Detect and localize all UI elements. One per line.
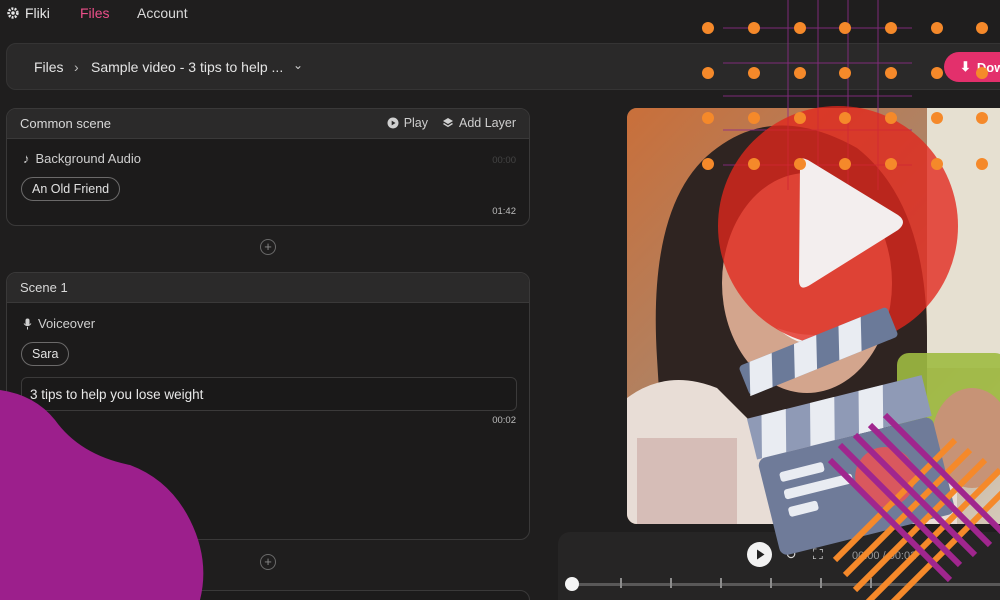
music-note-icon: ♪ bbox=[23, 151, 30, 166]
audio-time-faint: 00:00 bbox=[492, 155, 516, 166]
microphone-icon bbox=[23, 318, 32, 329]
scene-1-title: Scene 1 bbox=[20, 280, 68, 295]
timeline-tick bbox=[820, 578, 822, 588]
brand-name: Fliki bbox=[25, 5, 50, 21]
voiceover-row: Voiceover bbox=[23, 316, 95, 331]
common-scene-title: Common scene bbox=[20, 116, 112, 131]
timeline-track[interactable] bbox=[566, 583, 1000, 586]
brand-logo[interactable]: Fliki bbox=[6, 5, 50, 21]
chevron-down-icon[interactable]: ⌄ bbox=[293, 58, 303, 72]
download-icon: ⬇ bbox=[960, 59, 971, 74]
player-controls bbox=[558, 532, 1000, 600]
nav-account[interactable]: Account bbox=[137, 5, 188, 21]
background-audio-row: ♪ Background Audio bbox=[23, 151, 141, 166]
scene-1-card: Scene 1 Voiceover Sara 3 tips to help yo… bbox=[6, 272, 530, 540]
next-scene-card bbox=[6, 590, 530, 600]
breadcrumb-files[interactable]: Files bbox=[34, 59, 64, 75]
breadcrumb: Files › Sample video - 3 tips to help ..… bbox=[6, 43, 1000, 90]
scene-duration: 00:02 bbox=[492, 415, 516, 426]
add-layer-button[interactable]: Add Layer bbox=[442, 116, 516, 130]
download-label: Dow bbox=[976, 59, 1000, 75]
fullscreen-icon[interactable]: ⛶ bbox=[813, 546, 823, 563]
timeline-tick bbox=[620, 578, 622, 588]
play-button[interactable]: Play bbox=[387, 116, 428, 130]
voice-pill[interactable]: Sara bbox=[21, 342, 70, 366]
play-circle-icon bbox=[387, 117, 399, 129]
play-icon bbox=[757, 549, 765, 560]
timeline-tick bbox=[870, 578, 872, 588]
player-timecode: 00:00 / 00:02 bbox=[852, 550, 917, 562]
layers-icon bbox=[443, 118, 454, 128]
play-label: Play bbox=[403, 116, 429, 130]
top-nav: Fliki Files Account bbox=[0, 0, 1000, 30]
video-frame-image bbox=[627, 108, 1000, 524]
audio-track-pill[interactable]: An Old Friend bbox=[21, 177, 121, 201]
add-layer-label: Add Layer bbox=[459, 116, 516, 130]
player-play-button[interactable] bbox=[747, 542, 772, 567]
download-button[interactable]: ⬇ Dow bbox=[944, 52, 1000, 82]
add-scene-icon[interactable]: + bbox=[260, 239, 276, 255]
audio-duration: 01:42 bbox=[492, 206, 516, 217]
background-audio-label: Background Audio bbox=[35, 151, 142, 166]
timeline-tick bbox=[670, 578, 672, 588]
gear-icon bbox=[7, 7, 19, 19]
timeline-tick bbox=[770, 578, 772, 588]
nav-files[interactable]: Files bbox=[80, 5, 110, 21]
voiceover-label: Voiceover bbox=[38, 316, 96, 331]
scene-1-header: Scene 1 bbox=[7, 273, 529, 303]
common-scene-card: Common scene Play Add Layer ♪ Background… bbox=[6, 108, 530, 226]
scene-text-input[interactable]: 3 tips to help you lose weight bbox=[21, 377, 517, 411]
breadcrumb-separator: › bbox=[74, 59, 79, 75]
common-scene-header: Common scene Play Add Layer bbox=[7, 109, 529, 139]
timeline-tick bbox=[720, 578, 722, 588]
replay-icon[interactable]: ↻ bbox=[785, 546, 797, 563]
timeline-scrubber[interactable] bbox=[565, 577, 579, 591]
add-scene-icon-2[interactable]: + bbox=[260, 554, 276, 570]
video-preview[interactable] bbox=[627, 108, 1000, 524]
breadcrumb-file-title[interactable]: Sample video - 3 tips to help ... bbox=[91, 59, 283, 75]
